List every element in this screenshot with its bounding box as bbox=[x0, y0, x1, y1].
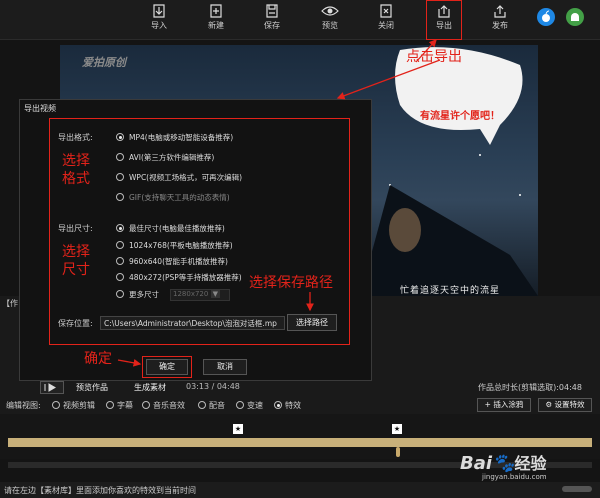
new-file-icon bbox=[210, 4, 222, 18]
view-option-effects[interactable]: 特效 bbox=[274, 400, 301, 411]
status-bar: 请在左边【素材库】里面添加你喜欢的特效到当前时间 bbox=[0, 482, 600, 498]
import-label: 导入 bbox=[151, 21, 167, 30]
save-button[interactable]: 保存 bbox=[250, 0, 294, 40]
annotation-click-export: 点击导出 bbox=[406, 49, 462, 65]
size-option-960[interactable]: 960x640(智能手机播放推荐) bbox=[116, 256, 228, 267]
annotation-choose-path: 选择保存路径 bbox=[249, 275, 333, 291]
insert-doodle-button[interactable]: + 插入涂鸦 bbox=[477, 398, 531, 412]
publish-button[interactable]: 发布 bbox=[478, 0, 522, 40]
view-option-dubbing[interactable]: 配音 bbox=[198, 400, 225, 411]
view-option-music[interactable]: 音乐音效 bbox=[142, 400, 185, 411]
save-icon bbox=[266, 4, 278, 18]
total-length: 作品总时长(剪辑选取):04:48 bbox=[478, 383, 582, 392]
annotation-choose-size-2: 尺寸 bbox=[62, 262, 90, 278]
toolbar: 导入 新建 保存 预览 关闭 导出 发布 bbox=[0, 0, 600, 40]
resolution-dropdown[interactable]: 1280x720 ▼ bbox=[170, 289, 230, 301]
format-option-wpc[interactable]: WPC(视频工场格式，可再次编辑) bbox=[116, 172, 242, 183]
new-label: 新建 bbox=[208, 21, 224, 30]
import-button[interactable]: 导入 bbox=[137, 0, 181, 40]
preview-button[interactable]: 预览 bbox=[308, 0, 352, 40]
format-option-avi[interactable]: AVI(第三方软件编辑推荐) bbox=[116, 152, 214, 163]
effect-marker-star-icon[interactable]: ★ bbox=[233, 424, 243, 434]
ok-highlight-box bbox=[142, 356, 192, 378]
view-option-video[interactable]: 视频剪辑 bbox=[52, 400, 95, 411]
preview-work-button[interactable]: 预览作品 bbox=[76, 382, 108, 393]
view-option-speed[interactable]: 变速 bbox=[236, 400, 263, 411]
watermark-logo: 爱拍原创 bbox=[82, 56, 126, 69]
export-highlight-box bbox=[426, 0, 462, 40]
new-button[interactable]: 新建 bbox=[194, 0, 238, 40]
view-option-subtitle[interactable]: 字幕 bbox=[106, 400, 133, 411]
format-option-mp4[interactable]: MP4(电脑或移动智能设备推荐) bbox=[116, 132, 233, 143]
annotation-choose-format-2: 格式 bbox=[62, 171, 90, 187]
edit-view-bar: 编辑视图: 视频剪辑 字幕 音乐音效 配音 变速 特效 + 插入涂鸦 ⚙ 设置特… bbox=[0, 397, 600, 414]
android-icon[interactable] bbox=[566, 8, 584, 26]
set-effect-button[interactable]: ⚙ 设置特效 bbox=[538, 398, 592, 412]
publish-label: 发布 bbox=[492, 21, 508, 30]
time-display: 03:13 / 04:48 bbox=[186, 382, 240, 391]
size-option-480[interactable]: 480x272(PSP等手持播放器推荐) bbox=[116, 272, 242, 283]
close-button[interactable]: 关闭 bbox=[364, 0, 408, 40]
baidu-logo: Bai🐾经验 bbox=[460, 453, 547, 474]
effect-marker-star-icon[interactable]: ★ bbox=[392, 424, 402, 434]
playhead-handle[interactable] bbox=[396, 447, 400, 457]
generate-material-button[interactable]: 生成素材 bbox=[134, 382, 166, 393]
effect-track[interactable] bbox=[8, 438, 592, 447]
playback-controls: 预览作品 生成素材 03:13 / 04:48 作品总时长(剪辑选取):04:4… bbox=[0, 378, 600, 398]
play-button[interactable] bbox=[40, 381, 64, 394]
size-label: 导出尺寸: bbox=[58, 224, 93, 233]
save-location-label: 保存位置: bbox=[58, 319, 93, 328]
cancel-button[interactable]: 取消 bbox=[203, 359, 247, 375]
speech-bubble-text: 有流星许个愿吧！ bbox=[420, 111, 500, 122]
annotation-confirm: 确定 bbox=[84, 351, 112, 367]
caption-text: 忙着追逐天空中的流星 bbox=[400, 286, 501, 296]
preview-label: 预览 bbox=[322, 21, 338, 30]
save-path-input[interactable]: C:\Users\Administrator\Desktop\泡泡对话框.mp bbox=[100, 316, 285, 330]
edit-view-label: 编辑视图: bbox=[6, 401, 41, 410]
export-dialog: 导出视频 导出格式: MP4(电脑或移动智能设备推荐) AVI(第三方软件编辑推… bbox=[19, 99, 372, 381]
size-option-more[interactable]: 更多尺寸 bbox=[116, 289, 159, 300]
publish-icon bbox=[494, 5, 506, 18]
annotation-choose-format-1: 选择 bbox=[62, 153, 90, 169]
save-label: 保存 bbox=[264, 21, 280, 30]
annotation-choose-size-1: 选择 bbox=[62, 244, 90, 260]
left-panel-label: 【作 bbox=[2, 299, 18, 308]
choose-path-button[interactable]: 选择路径 bbox=[287, 314, 337, 331]
format-option-gif[interactable]: GIF(支持聊天工具的动态表情) bbox=[116, 192, 230, 203]
size-option-best[interactable]: 最佳尺寸(电脑最佳播放推荐) bbox=[116, 223, 225, 234]
zoom-slider[interactable] bbox=[562, 486, 592, 492]
import-icon bbox=[153, 4, 165, 18]
close-label: 关闭 bbox=[378, 21, 394, 30]
size-option-1024[interactable]: 1024x768(平板电脑播放推荐) bbox=[116, 240, 233, 251]
baidu-url: jingyan.baidu.com bbox=[482, 473, 547, 481]
format-label: 导出格式: bbox=[58, 133, 93, 142]
dialog-title: 导出视频 bbox=[24, 104, 56, 113]
apple-icon[interactable] bbox=[537, 8, 555, 26]
eye-icon bbox=[321, 6, 339, 16]
close-file-icon bbox=[380, 4, 392, 18]
